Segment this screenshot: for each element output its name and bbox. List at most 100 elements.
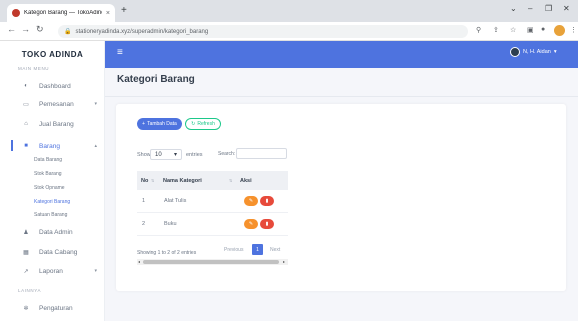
scroll-left-icon[interactable]: ◂ <box>138 259 140 264</box>
delete-button[interactable]: ▮ <box>260 219 274 229</box>
sidebar-item-label: Jual Barang <box>39 120 74 128</box>
column-header-aksi: Aksi <box>240 177 252 184</box>
url-field[interactable]: 🔒 stationeryadinda.xyz/superadmin/katego… <box>58 25 468 38</box>
sidebar-subitem-stok-opname[interactable]: Stok Opname <box>34 185 65 191</box>
sidebar-subitem-stok-barang[interactable]: Stok Barang <box>34 171 62 177</box>
chevron-down-icon: ▾ <box>94 268 97 274</box>
show-label: Show <box>137 152 151 158</box>
table-header: No ⇅ Nama Kategori ⇅ Aksi <box>137 171 288 190</box>
box-icon: ■ <box>24 143 28 149</box>
edit-button[interactable]: ✎ <box>244 196 258 206</box>
sidebar-item-label: Laporan <box>39 267 63 275</box>
reload-icon[interactable]: ↻ <box>36 24 44 35</box>
forward-arrow-icon[interactable]: → <box>21 24 30 34</box>
entries-value: 10 <box>155 151 162 158</box>
sort-icon[interactable]: ⇅ <box>151 178 154 183</box>
column-header-no[interactable]: No <box>141 178 148 184</box>
pencil-icon: ✎ <box>248 198 254 204</box>
scroll-right-icon[interactable]: ▸ <box>283 259 285 264</box>
star-icon[interactable]: ☆ <box>510 26 516 34</box>
chevron-down-icon[interactable]: ⌄ <box>510 4 517 13</box>
extension-icon[interactable]: ● <box>541 26 545 33</box>
menu-dots-icon[interactable]: ⋮ <box>570 26 577 34</box>
pencil-icon: ✎ <box>248 221 254 227</box>
gear-icon: ✲ <box>23 305 29 312</box>
profile-avatar-icon[interactable] <box>554 25 565 36</box>
sidebar-item-label: Pengaturan <box>39 304 73 312</box>
brand-title: TOKO ADINDA <box>21 50 84 59</box>
user-menu[interactable]: N, H. Aidan ▾ <box>510 47 557 57</box>
delete-button[interactable]: ▮ <box>260 196 274 206</box>
new-tab-button[interactable]: + <box>121 5 127 16</box>
gauge-icon: ◐ <box>24 83 28 89</box>
section-lainnya: LAINNYA <box>18 288 42 293</box>
sidebar-item-dashboard[interactable]: ◐ Dashboard <box>0 79 105 93</box>
url-text: stationeryadinda.xyz/superadmin/kategori… <box>75 28 209 35</box>
sidebar-subitem-data-barang[interactable]: Data Barang <box>34 157 62 163</box>
user-icon: ♟ <box>23 229 29 236</box>
maximize-icon[interactable]: ❐ <box>545 4 552 13</box>
sidebar-subitem-satuan-barang[interactable]: Satuan Barang <box>34 212 67 218</box>
share-icon[interactable]: ⇪ <box>493 26 499 34</box>
sidebar-item-label: Barang <box>39 142 60 150</box>
sidebar-item-data-admin[interactable]: ♟ Data Admin <box>0 225 105 239</box>
cell-name: Buku <box>164 221 177 227</box>
section-main-menu: MAIN MENU <box>18 66 50 71</box>
sidebar-subitem-kategori-barang[interactable]: Kategori Barang <box>34 199 70 205</box>
search-input[interactable] <box>236 148 287 159</box>
site-favicon-icon <box>12 9 20 17</box>
search-label: Search: <box>218 151 236 157</box>
previous-page-button[interactable]: Previous <box>224 247 243 253</box>
cell-no: 2 <box>142 221 146 227</box>
refresh-icon: ↻ <box>191 121 196 127</box>
minimize-icon[interactable]: – <box>528 4 532 13</box>
avatar <box>510 47 520 57</box>
building-icon: ▦ <box>23 249 29 256</box>
tab-title: Kategori Barang — TokoAdinda <box>24 10 102 16</box>
sidebar-item-pengaturan[interactable]: ✲ Pengaturan <box>0 301 105 315</box>
chevron-down-icon: ▾ <box>173 152 177 158</box>
sidebar-item-laporan[interactable]: ↗ Laporan ▾ <box>0 264 105 278</box>
sidebar-item-jual-barang[interactable]: ⌂ Jual Barang <box>0 117 105 131</box>
page-title: Kategori Barang <box>117 74 195 85</box>
sidepanel-icon[interactable]: ▣ <box>527 26 534 34</box>
cell-no: 1 <box>142 198 146 204</box>
scrollbar-thumb[interactable] <box>143 260 279 264</box>
user-name: N, H. Aidan <box>523 49 551 55</box>
trash-icon: ▮ <box>265 221 269 227</box>
store-icon: ⌂ <box>24 121 28 127</box>
sidebar-item-label: Pemesanan <box>39 100 74 108</box>
sidebar-item-data-cabang[interactable]: ▦ Data Cabang <box>0 245 105 259</box>
plus-icon: + <box>142 121 146 127</box>
cell-name: Alat Tulis <box>164 198 187 204</box>
close-tab-icon[interactable]: × <box>106 10 110 17</box>
add-data-button[interactable]: + Tambah Data <box>137 118 182 130</box>
chevron-up-icon: ▴ <box>94 143 97 149</box>
close-window-icon[interactable]: ✕ <box>563 4 570 13</box>
entries-label: entries <box>186 152 203 158</box>
hamburger-menu-icon[interactable]: ≡ <box>117 47 123 58</box>
chevron-down-icon: ▾ <box>94 101 97 107</box>
monitor-icon: ▭ <box>23 101 29 108</box>
sidebar-item-pemesanan[interactable]: ▭ Pemesanan ▾ <box>0 97 105 111</box>
refresh-button[interactable]: ↻ Refresh <box>185 118 221 130</box>
showing-info: Showing 1 to 2 of 2 entries <box>137 250 197 256</box>
sidebar-item-label: Data Cabang <box>39 248 78 256</box>
sort-icon[interactable]: ⇅ <box>229 178 232 183</box>
page-1-button[interactable]: 1 <box>252 244 263 255</box>
sidebar-item-barang[interactable]: ■ Barang ▴ <box>0 139 105 153</box>
topbar <box>105 41 578 68</box>
refresh-label: Refresh <box>197 121 215 127</box>
next-page-button[interactable]: Next <box>270 247 280 253</box>
browser-tab[interactable]: Kategori Barang — TokoAdinda × <box>7 4 115 22</box>
table-row: 1 Alat Tulis ✎ ▮ <box>137 190 288 213</box>
column-header-nama-kategori[interactable]: Nama Kategori <box>163 178 202 184</box>
entries-select[interactable]: 10 ▾ <box>150 149 182 160</box>
add-data-label: Tambah Data <box>147 121 177 127</box>
back-arrow-icon[interactable]: ← <box>7 24 16 34</box>
trash-icon: ▮ <box>265 198 269 204</box>
zoom-icon[interactable]: ⚲ <box>476 26 481 34</box>
table-row: 2 Buku ✎ ▮ <box>137 213 288 236</box>
edit-button[interactable]: ✎ <box>244 219 258 229</box>
sidebar-item-label: Dashboard <box>39 82 71 90</box>
